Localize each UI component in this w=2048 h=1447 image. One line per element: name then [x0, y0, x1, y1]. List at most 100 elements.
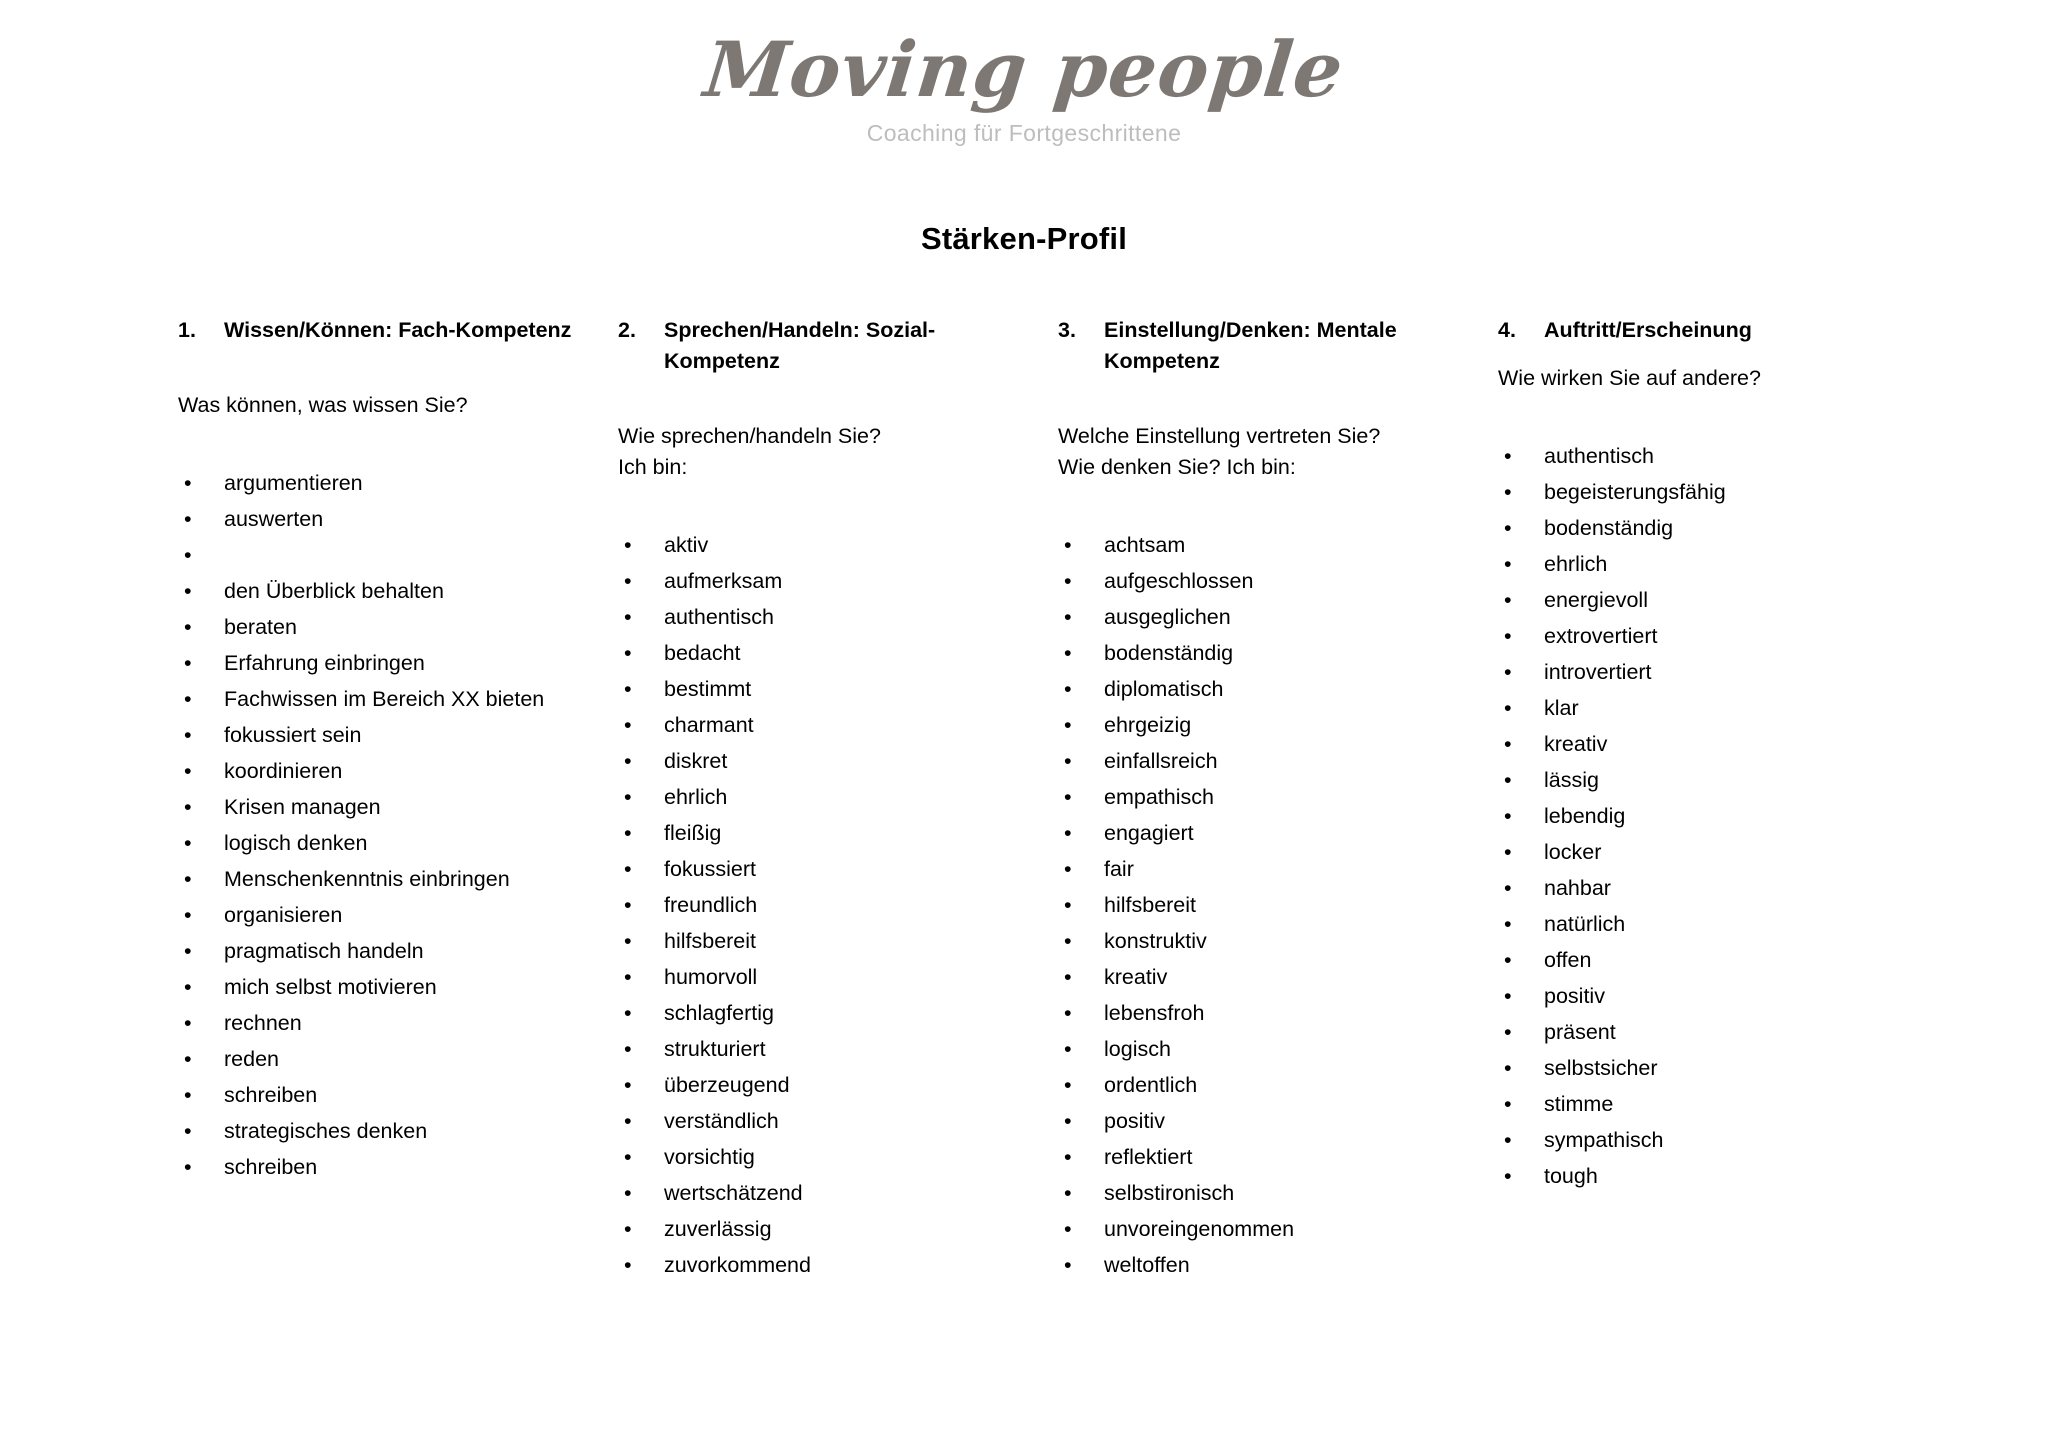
list-item[interactable]: • kreativ — [1498, 726, 1920, 762]
list-item[interactable]: • Erfahrung einbringen — [178, 645, 600, 681]
list-item[interactable]: • vorsichtig — [618, 1139, 1040, 1175]
list-item[interactable]: • überzeugend — [618, 1067, 1040, 1103]
list-item[interactable]: • aufmerksam — [618, 563, 1040, 599]
list-item[interactable]: • den Überblick behalten — [178, 573, 600, 609]
list-item[interactable]: • selbstsicher — [1498, 1050, 1920, 1086]
list-item[interactable]: • bodenständig — [1498, 510, 1920, 546]
list-item[interactable]: • lebendig — [1498, 798, 1920, 834]
list-item[interactable]: • introvertiert — [1498, 654, 1920, 690]
list-item[interactable]: • zuverlässig — [618, 1211, 1040, 1247]
list-item[interactable]: • selbstironisch — [1058, 1175, 1480, 1211]
list-item[interactable]: • locker — [1498, 834, 1920, 870]
list-item[interactable]: • humorvoll — [618, 959, 1040, 995]
list-item[interactable]: • fleißig — [618, 815, 1040, 851]
list-item[interactable]: • kreativ — [1058, 959, 1480, 995]
list-item[interactable]: • extrovertiert — [1498, 618, 1920, 654]
bullet-icon: • — [624, 1181, 632, 1205]
list-item[interactable]: • authentisch — [1498, 438, 1920, 474]
list-item[interactable]: • positiv — [1498, 978, 1920, 1014]
list-item[interactable]: • schreiben — [178, 1149, 600, 1185]
list-item-label: zuverlässig — [664, 1217, 772, 1241]
list-item[interactable]: • diskret — [618, 743, 1040, 779]
list-item[interactable]: • tough — [1498, 1158, 1920, 1194]
list-item[interactable]: • engagiert — [1058, 815, 1480, 851]
list-item[interactable]: • schlagfertig — [618, 995, 1040, 1031]
list-item[interactable]: • hilfsbereit — [618, 923, 1040, 959]
list-item[interactable]: • bestimmt — [618, 671, 1040, 707]
bullet-icon: • — [184, 831, 192, 855]
list-item[interactable]: • freundlich — [618, 887, 1040, 923]
list-item[interactable]: • wertschätzend — [618, 1175, 1040, 1211]
list-item[interactable]: • Fachwissen im Bereich XX bieten — [178, 681, 600, 717]
list-item[interactable]: • konstruktiv — [1058, 923, 1480, 959]
list-item[interactable]: • authentisch — [618, 599, 1040, 635]
list-item[interactable]: • natürlich — [1498, 906, 1920, 942]
list-item[interactable]: • achtsam — [1058, 527, 1480, 563]
list-item[interactable]: • bedacht — [618, 635, 1040, 671]
list-item[interactable]: • strukturiert — [618, 1031, 1040, 1067]
list-item[interactable]: • präsent — [1498, 1014, 1920, 1050]
list-item[interactable]: • fokussiert sein — [178, 717, 600, 753]
list-item[interactable]: • unvoreingenommen — [1058, 1211, 1480, 1247]
list-item[interactable]: • diplomatisch — [1058, 671, 1480, 707]
list-item[interactable]: • lebensfroh — [1058, 995, 1480, 1031]
bullet-icon: • — [624, 569, 632, 593]
list-item[interactable]: • zuvorkommend — [618, 1247, 1040, 1283]
list-item[interactable]: • nahbar — [1498, 870, 1920, 906]
bullet-icon: • — [184, 507, 192, 531]
list-item[interactable]: • schreiben — [178, 1077, 600, 1113]
list-item-label: freundlich — [664, 893, 758, 917]
list-item[interactable]: • lässig — [1498, 762, 1920, 798]
list-item[interactable]: • hilfsbereit — [1058, 887, 1480, 923]
list-item[interactable]: • charmant — [618, 707, 1040, 743]
list-item[interactable]: • sympathisch — [1498, 1122, 1920, 1158]
list-item[interactable]: • Krisen managen — [178, 789, 600, 825]
list-item[interactable]: • — [178, 537, 600, 573]
bullet-icon: • — [184, 651, 192, 675]
list-item[interactable]: • reden — [178, 1041, 600, 1077]
list-item[interactable]: • auswerten — [178, 501, 600, 537]
list-item-label: offen — [1544, 948, 1592, 972]
list-item-label: selbstsicher — [1544, 1056, 1658, 1080]
list-item[interactable]: • ehrlich — [618, 779, 1040, 815]
list-item[interactable]: • koordinieren — [178, 753, 600, 789]
list-item[interactable]: • energievoll — [1498, 582, 1920, 618]
list-item-label: vorsichtig — [664, 1145, 755, 1169]
list-item[interactable]: • pragmatisch handeln — [178, 933, 600, 969]
list-item[interactable]: • logisch denken — [178, 825, 600, 861]
list-item[interactable]: • einfallsreich — [1058, 743, 1480, 779]
list-item[interactable]: • reflektiert — [1058, 1139, 1480, 1175]
list-item[interactable]: • ehrgeizig — [1058, 707, 1480, 743]
list-item[interactable]: • fokussiert — [618, 851, 1040, 887]
list-item[interactable]: • bodenständig — [1058, 635, 1480, 671]
list-item[interactable]: • aktiv — [618, 527, 1040, 563]
list-item[interactable]: • verständlich — [618, 1103, 1040, 1139]
list-item-label: stimme — [1544, 1092, 1614, 1116]
list-item[interactable]: • begeisterungsfähig — [1498, 474, 1920, 510]
list-item-label: natürlich — [1544, 912, 1626, 936]
list-item[interactable]: • organisieren — [178, 897, 600, 933]
list-item[interactable]: • argumentieren — [178, 465, 600, 501]
list-item[interactable]: • mich selbst motivieren — [178, 969, 600, 1005]
list-item[interactable]: • strategisches denken — [178, 1113, 600, 1149]
list-item[interactable]: • logisch — [1058, 1031, 1480, 1067]
list-item[interactable]: • aufgeschlossen — [1058, 563, 1480, 599]
list-item[interactable]: • ordentlich — [1058, 1067, 1480, 1103]
bullet-icon: • — [1504, 1092, 1512, 1116]
list-item[interactable]: • empathisch — [1058, 779, 1480, 815]
list-item[interactable]: • ausgeglichen — [1058, 599, 1480, 635]
list-item[interactable]: • beraten — [178, 609, 600, 645]
bullet-icon: • — [624, 713, 632, 737]
list-item[interactable]: • positiv — [1058, 1103, 1480, 1139]
bullet-icon: • — [624, 857, 632, 881]
list-item[interactable]: • rechnen — [178, 1005, 600, 1041]
list-item[interactable]: • ehrlich — [1498, 546, 1920, 582]
list-item[interactable]: • weltoffen — [1058, 1247, 1480, 1283]
list-item[interactable]: • stimme — [1498, 1086, 1920, 1122]
list-item[interactable]: • offen — [1498, 942, 1920, 978]
list-item[interactable]: • klar — [1498, 690, 1920, 726]
page-title: Stärken-Profil — [920, 221, 1128, 256]
list-item[interactable]: • Menschenkenntnis einbringen — [178, 861, 600, 897]
list-item[interactable]: • fair — [1058, 851, 1480, 887]
list-item-label: überzeugend — [664, 1073, 790, 1097]
